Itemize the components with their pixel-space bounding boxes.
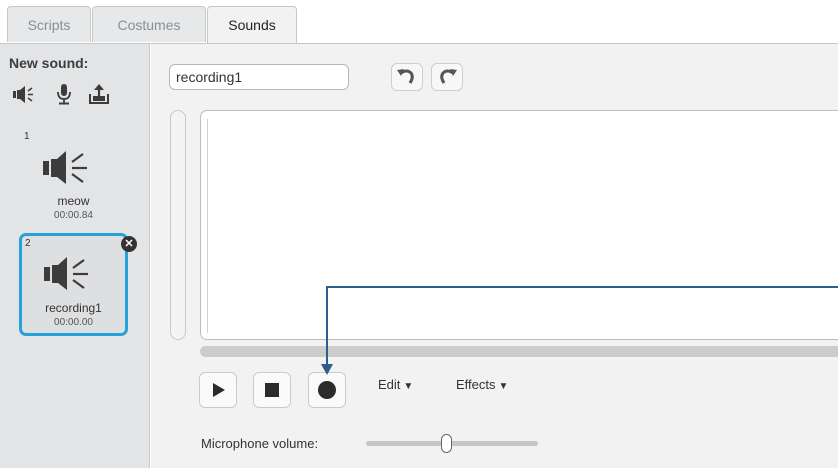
undo-button[interactable] [391, 63, 423, 91]
undo-icon [397, 69, 414, 84]
microphone-volume-label: Microphone volume: [201, 436, 319, 451]
tab-scripts[interactable]: Scripts [7, 6, 91, 42]
speaker-library-icon[interactable] [11, 82, 35, 106]
effects-menu[interactable]: Effects ▼ [456, 377, 508, 392]
stop-button[interactable] [253, 372, 291, 408]
record-button[interactable] [308, 372, 346, 408]
redo-button[interactable] [431, 63, 463, 91]
sound-duration: 00:00.84 [54, 210, 93, 221]
chevron-down-icon: ▼ [403, 381, 414, 392]
vertical-scrollbar[interactable] [170, 110, 186, 340]
sound-item-recording1[interactable]: 2 recording1 00:00.00 [19, 233, 128, 336]
sound-name: meow [57, 194, 90, 208]
play-button[interactable] [199, 372, 237, 408]
speaker-icon [39, 146, 93, 186]
playhead-line [207, 119, 208, 333]
sound-number: 2 [25, 238, 31, 249]
stop-icon [265, 383, 279, 397]
tab-costumes[interactable]: Costumes [92, 6, 206, 42]
new-sound-label: New sound: [9, 55, 89, 71]
chevron-down-icon: ▼ [498, 381, 509, 392]
waveform-area[interactable] [200, 110, 838, 340]
record-icon [318, 381, 336, 399]
sound-name-input[interactable] [169, 64, 349, 90]
upload-icon[interactable] [87, 82, 111, 106]
tab-sounds[interactable]: Sounds [207, 6, 297, 44]
speaker-icon [40, 252, 94, 292]
microphone-volume-thumb[interactable] [441, 434, 453, 453]
sound-name: recording1 [45, 301, 102, 315]
horizontal-scrollbar[interactable] [200, 346, 838, 357]
sound-item-meow[interactable]: 1 meow 00:00.84 [19, 128, 128, 228]
sound-number: 1 [24, 131, 30, 142]
sound-duration: 00:00.00 [54, 317, 93, 328]
edit-menu[interactable]: Edit ▼ [378, 377, 413, 392]
redo-icon [440, 69, 457, 84]
edit-menu-label: Edit [378, 377, 401, 392]
effects-menu-label: Effects [456, 377, 496, 392]
microphone-icon[interactable] [52, 82, 76, 106]
delete-sound-button[interactable]: ✕ [121, 236, 137, 252]
play-icon [213, 383, 225, 397]
